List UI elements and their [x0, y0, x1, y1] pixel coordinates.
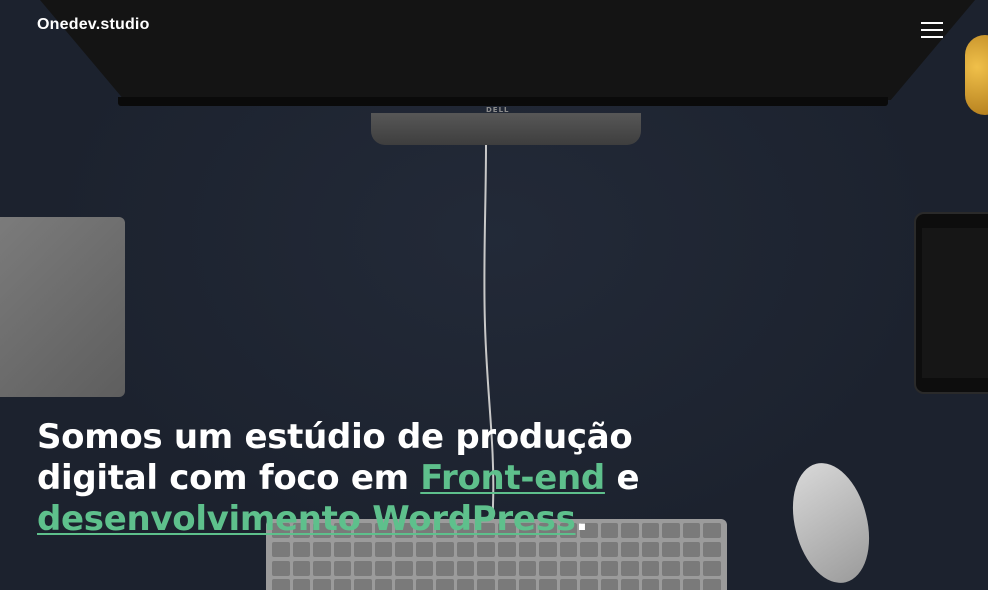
- keyboard-key: [662, 541, 680, 557]
- keyboard-key: [313, 560, 331, 576]
- keyboard-key: [518, 560, 537, 576]
- keyboard-key: [703, 523, 721, 538]
- keyboard-key: [374, 579, 393, 590]
- hero-line-2-prefix: digital com foco em: [37, 458, 421, 498]
- keyboard-key: [272, 541, 290, 557]
- keyboard-key: [518, 541, 537, 557]
- monitor-image: [40, 0, 975, 100]
- keyboard-key: [313, 541, 331, 557]
- keyboard-key: [456, 560, 475, 576]
- hero-line-1: Somos um estúdio de produção: [37, 417, 633, 457]
- keyboard-key: [395, 560, 413, 576]
- keyboard-key: [621, 541, 639, 557]
- keyboard-key: [415, 541, 434, 557]
- keyboard-key: [415, 579, 434, 590]
- keyboard-key: [559, 579, 578, 590]
- keyboard-key: [374, 560, 393, 576]
- keyboard-key: [333, 541, 352, 557]
- keyboard-key: [395, 579, 413, 590]
- keyboard-key: [436, 579, 454, 590]
- keyboard-key: [333, 579, 352, 590]
- keyboard-key: [641, 541, 660, 557]
- wordpress-link[interactable]: desenvolvimento WordPress: [37, 499, 576, 539]
- laptop-image: [0, 217, 125, 397]
- keyboard-key: [477, 560, 495, 576]
- keyboard-key: [662, 579, 680, 590]
- keyboard-key: [477, 579, 495, 590]
- site-logo[interactable]: Onedev.studio: [37, 16, 150, 34]
- front-end-link[interactable]: Front-end: [420, 458, 605, 498]
- keyboard-key: [682, 560, 701, 576]
- keyboard-key: [600, 579, 619, 590]
- keyboard-key: [436, 560, 454, 576]
- orange-object-image: [965, 35, 988, 115]
- keyboard-key: [641, 560, 660, 576]
- keyboard-key: [333, 560, 352, 576]
- hero-heading: Somos um estúdio de produção digital com…: [37, 417, 697, 540]
- keyboard-key: [682, 579, 701, 590]
- keyboard-key: [580, 541, 598, 557]
- keyboard-key: [292, 541, 311, 557]
- keyboard-key: [539, 560, 557, 576]
- keyboard-key: [395, 541, 413, 557]
- keyboard-key: [497, 579, 516, 590]
- keyboard-key: [580, 560, 598, 576]
- keyboard-key: [292, 560, 311, 576]
- keyboard-key: [477, 541, 495, 557]
- keyboard-key: [703, 579, 721, 590]
- keyboard-key: [539, 541, 557, 557]
- keyboard-key: [272, 579, 290, 590]
- keyboard-key: [436, 541, 454, 557]
- keyboard-key: [292, 579, 311, 590]
- keyboard-key: [621, 560, 639, 576]
- keyboard-key: [313, 579, 331, 590]
- keyboard-key: [641, 579, 660, 590]
- keyboard-key: [415, 560, 434, 576]
- hero-line-2-suffix: e: [604, 458, 640, 498]
- phone-image: [914, 212, 988, 394]
- keyboard-key: [456, 579, 475, 590]
- keyboard-key: [354, 579, 372, 590]
- keyboard-key: [354, 560, 372, 576]
- keyboard-key: [559, 560, 578, 576]
- monitor-bezel: [118, 97, 888, 106]
- keyboard-key: [374, 541, 393, 557]
- keyboard-key: [703, 541, 721, 557]
- keyboard-key: [621, 579, 639, 590]
- keyboard-key: [600, 560, 619, 576]
- keyboard-key: [662, 560, 680, 576]
- keyboard-key: [354, 541, 372, 557]
- keyboard-key: [497, 541, 516, 557]
- keyboard-key: [559, 541, 578, 557]
- keyboard-key: [518, 579, 537, 590]
- hamburger-menu-icon[interactable]: [921, 20, 945, 40]
- keyboard-key: [600, 541, 619, 557]
- keyboard-key: [682, 541, 701, 557]
- keyboard-key: [580, 579, 598, 590]
- monitor-stand: [371, 113, 641, 145]
- hero-period: .: [575, 499, 589, 539]
- keyboard-key: [456, 541, 475, 557]
- keyboard-key: [497, 560, 516, 576]
- keyboard-key: [539, 579, 557, 590]
- keyboard-key: [272, 560, 290, 576]
- keyboard-key: [703, 560, 721, 576]
